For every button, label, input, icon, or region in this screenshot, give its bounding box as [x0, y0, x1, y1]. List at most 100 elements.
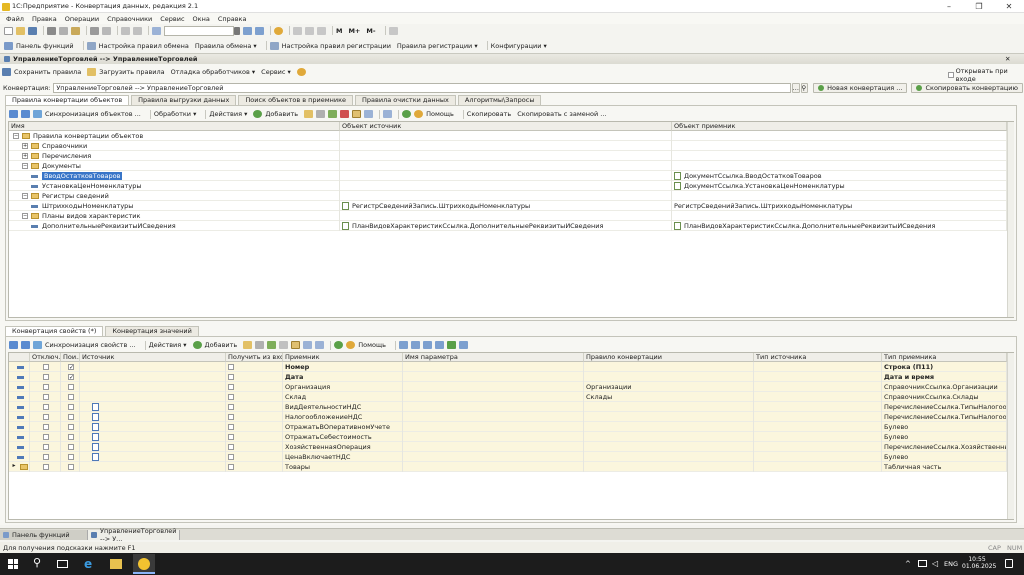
- property-row[interactable]: НалогообложениеНДС ПеречислениеСсылка.Тип…: [9, 412, 1007, 422]
- col-source[interactable]: Источник: [80, 353, 226, 362]
- property-row[interactable]: Организация Организации СправочникСсылка.О…: [9, 382, 1007, 392]
- tab-object-conversion[interactable]: Правила конвертации объектов: [5, 95, 130, 105]
- disabled-checkbox[interactable]: [43, 374, 49, 380]
- tab-property-conversion[interactable]: Конвертация свойств (*): [5, 326, 104, 336]
- property-row[interactable]: ХозяйственнаяОперация ПеречислениеСсылка.…: [9, 442, 1007, 452]
- clear-search-icon[interactable]: [234, 26, 240, 35]
- disabled-checkbox[interactable]: [43, 414, 49, 420]
- disabled-checkbox[interactable]: [43, 384, 49, 390]
- conversion-search-icon[interactable]: ⚲: [800, 82, 809, 93]
- move-down-icon[interactable]: [21, 110, 30, 118]
- mark-icon[interactable]: [352, 110, 362, 118]
- get-from-incoming-checkbox[interactable]: [228, 364, 234, 370]
- clock[interactable]: 10:55 01.06.2025: [962, 556, 996, 570]
- tree-row[interactable]: ДополнительныеРеквизитыИСведения ПланВидо…: [9, 221, 1007, 231]
- save-icon[interactable]: [28, 26, 37, 35]
- property-row[interactable]: ✓ Дата Дата и время: [9, 372, 1007, 382]
- tray-chevron-icon[interactable]: ^: [905, 560, 911, 568]
- window-tab-function-panel[interactable]: Панель функций: [0, 529, 88, 540]
- prop-next-icon[interactable]: [410, 341, 420, 349]
- disabled-checkbox[interactable]: [43, 434, 49, 440]
- prop-edit-icon[interactable]: [267, 341, 277, 349]
- filter-icon[interactable]: [364, 110, 374, 118]
- calculator-icon[interactable]: [305, 26, 314, 35]
- cut-icon[interactable]: [47, 26, 56, 35]
- menu-windows[interactable]: Окна: [193, 15, 210, 23]
- property-row[interactable]: ЦенаВключаетНДС Булево: [9, 452, 1007, 462]
- window-tab-conversion[interactable]: УправлениеТорговлей --> У...: [88, 527, 180, 543]
- close-button[interactable]: ✕: [994, 0, 1024, 13]
- exchange-settings-button[interactable]: Настройка правил обмена: [99, 42, 189, 50]
- tree-row[interactable]: + Перечисления: [9, 151, 1007, 161]
- collapse-icon[interactable]: −: [22, 193, 28, 199]
- col-conversion-rule[interactable]: Правило конвертации: [584, 353, 754, 362]
- col-dest-type[interactable]: Тип приемника: [882, 353, 1007, 362]
- tree-row[interactable]: − Планы видов характеристик: [9, 211, 1007, 221]
- tab-object-search[interactable]: Поиск объектов в приемнике: [238, 95, 354, 105]
- get-from-incoming-checkbox[interactable]: [228, 384, 234, 390]
- copy-icon[interactable]: [59, 26, 68, 35]
- prop-tree-icon[interactable]: [303, 341, 313, 349]
- prop-filter-icon[interactable]: [315, 341, 325, 349]
- prop-help-button[interactable]: Помощь: [358, 341, 386, 349]
- tab-cleanup-rules[interactable]: Правила очистки данных: [355, 95, 456, 105]
- conversion-field[interactable]: УправлениеТорговлей --> УправлениеТоргов…: [53, 82, 791, 93]
- bottom-scrollbar[interactable]: [1007, 353, 1014, 519]
- info-icon[interactable]: [274, 26, 283, 35]
- registration-settings-button[interactable]: Настройка правил регистрации: [282, 42, 391, 50]
- sync-objects-button[interactable]: Синхронизация объектов ...: [45, 110, 141, 118]
- onec-taskbar-button[interactable]: [133, 554, 155, 574]
- move-up-icon[interactable]: [9, 110, 18, 118]
- menu-file[interactable]: Файл: [6, 15, 24, 23]
- get-from-incoming-checkbox[interactable]: [228, 424, 234, 430]
- search-checkbox[interactable]: [68, 404, 74, 410]
- expand-icon[interactable]: +: [22, 153, 28, 159]
- col-disabled[interactable]: Отключ...: [30, 353, 61, 362]
- search-checkbox[interactable]: ✓: [68, 374, 74, 381]
- menu-catalogs[interactable]: Справочники: [107, 15, 152, 23]
- tab-value-conversion[interactable]: Конвертация значений: [105, 326, 199, 336]
- exchange-rules-menu[interactable]: Правила обмена ▾: [195, 42, 257, 50]
- prop-settings-icon[interactable]: [458, 341, 468, 349]
- conversion-select-button[interactable]: …: [791, 82, 800, 93]
- menu-help[interactable]: Справка: [218, 15, 247, 23]
- table-icon[interactable]: [317, 26, 326, 35]
- disabled-checkbox[interactable]: [43, 364, 49, 370]
- undo-icon[interactable]: [121, 26, 130, 35]
- configurations-menu[interactable]: Конфигурации ▾: [491, 42, 547, 50]
- search-checkbox[interactable]: [68, 384, 74, 390]
- prop-move-down-icon[interactable]: [21, 341, 30, 349]
- tree-row[interactable]: − Правила конвертации объектов: [9, 131, 1007, 141]
- find-icon[interactable]: [152, 26, 161, 35]
- get-from-incoming-checkbox[interactable]: [228, 444, 234, 450]
- tree-row[interactable]: + Справочники: [9, 141, 1007, 151]
- tree-row[interactable]: − Регистры сведений: [9, 191, 1007, 201]
- disabled-checkbox[interactable]: [43, 464, 49, 470]
- property-row[interactable]: ▸ Товары Табличная часть: [9, 462, 1007, 472]
- copy-replace-button[interactable]: Скопировать с заменой ...: [517, 110, 606, 118]
- delete-icon[interactable]: [340, 110, 350, 118]
- collapse-icon[interactable]: −: [13, 133, 19, 139]
- memory-mplus-button[interactable]: M+: [348, 27, 360, 35]
- search-next-icon[interactable]: [243, 26, 252, 35]
- actions-menu[interactable]: Действия ▾: [209, 110, 247, 118]
- col-search[interactable]: Пои...: [61, 353, 80, 362]
- search-taskbar-icon[interactable]: ⚲: [33, 556, 41, 569]
- col-dest-object[interactable]: Объект приемник: [672, 122, 1007, 131]
- search-input[interactable]: [164, 25, 234, 36]
- disabled-checkbox[interactable]: [43, 454, 49, 460]
- disabled-checkbox[interactable]: [43, 444, 49, 450]
- col-param-name[interactable]: Имя параметра: [403, 353, 584, 362]
- prop-find-icon[interactable]: [398, 341, 408, 349]
- open-icon[interactable]: [16, 26, 25, 35]
- disabled-checkbox[interactable]: [43, 394, 49, 400]
- col-source-type[interactable]: Тип источника: [754, 353, 882, 362]
- handlers-menu[interactable]: Обработки ▾: [154, 110, 197, 118]
- paste-icon[interactable]: [71, 26, 80, 35]
- property-row[interactable]: ОтражатьСебестоимость Булево: [9, 432, 1007, 442]
- start-icon[interactable]: [8, 559, 18, 569]
- explorer-icon[interactable]: [110, 559, 122, 569]
- notifications-icon[interactable]: [1005, 559, 1013, 568]
- tree-row[interactable]: − Документы: [9, 161, 1007, 171]
- get-from-incoming-checkbox[interactable]: [228, 394, 234, 400]
